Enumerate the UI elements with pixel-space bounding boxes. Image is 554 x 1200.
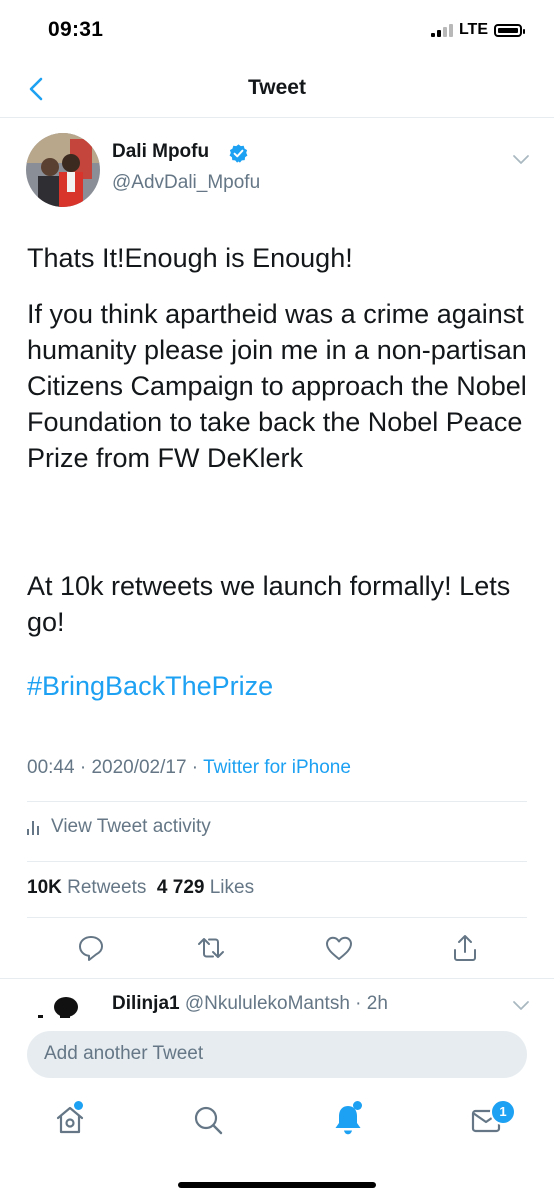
- tweet-source-link[interactable]: Twitter for iPhone: [203, 757, 351, 778]
- home-indicator[interactable]: [178, 1182, 376, 1188]
- reply-author-name: Dilinja1: [112, 993, 180, 1014]
- search-icon[interactable]: [190, 1102, 226, 1138]
- page-title: Tweet: [248, 76, 306, 99]
- author-avatar[interactable]: [26, 133, 100, 207]
- tweet-text-paragraph-2: If you think apartheid was a crime again…: [27, 299, 527, 473]
- avatar-photo-icon: [26, 133, 100, 207]
- divider: [27, 801, 527, 802]
- chevron-down-icon[interactable]: [510, 148, 532, 170]
- retweets-stat[interactable]: 10K Retweets: [27, 877, 146, 898]
- tweet-meta: 00:44 · 2020/02/17 · Twitter for iPhone: [27, 757, 351, 779]
- verified-badge-icon: [229, 144, 248, 163]
- author-handle[interactable]: @AdvDali_Mpofu: [112, 172, 260, 194]
- tweet-stats: 10K Retweets 4 729 Likes: [27, 877, 254, 899]
- divider: [27, 917, 527, 918]
- status-time: 09:31: [48, 18, 104, 41]
- notifications-new-dot: [353, 1101, 362, 1110]
- meta-separator: ·: [186, 757, 204, 778]
- divider: [0, 978, 554, 979]
- reply-separator: ·: [349, 993, 367, 1014]
- share-icon[interactable]: [450, 933, 480, 963]
- battery-icon: [494, 23, 525, 37]
- reply-age: 2h: [366, 993, 388, 1014]
- like-heart-icon[interactable]: [324, 933, 354, 963]
- analytics-bars-icon: [27, 820, 39, 835]
- messages-badge: 1: [490, 1099, 516, 1125]
- compose-placeholder: Add another Tweet: [44, 1043, 204, 1064]
- activity-label: View Tweet activity: [51, 816, 211, 837]
- tweet-date: 2020/02/17: [91, 757, 187, 778]
- tweet-time: 00:44: [27, 757, 75, 778]
- retweet-label: Retweets: [67, 877, 147, 898]
- tweet-text-line-1: Thats It!Enough is Enough!: [27, 243, 353, 273]
- status-indicators: LTE: [430, 21, 525, 39]
- reply-header[interactable]: Dilinja1 @NkululekoMantsh · 2h: [112, 993, 388, 1015]
- view-tweet-activity-button[interactable]: View Tweet activity: [27, 816, 211, 838]
- home-icon[interactable]: [52, 1102, 88, 1138]
- tweet-text-paragraph-3: At 10k retweets we launch formally! Lets…: [27, 571, 511, 637]
- signal-icon: [430, 23, 453, 37]
- like-label: Likes: [209, 877, 255, 898]
- author-name[interactable]: Dali Mpofu: [112, 141, 209, 163]
- chevron-down-icon[interactable]: [510, 994, 532, 1016]
- like-count: 4 729: [156, 877, 205, 898]
- divider: [27, 861, 527, 862]
- reply-icon[interactable]: [76, 933, 106, 963]
- likes-stat[interactable]: 4 729 Likes: [157, 877, 254, 898]
- retweet-count: 10K: [27, 877, 62, 898]
- meta-separator: ·: [74, 757, 92, 778]
- network-label: LTE: [458, 21, 488, 38]
- reply-author-handle: @NkululekoMantsh: [184, 993, 350, 1014]
- hashtag-link[interactable]: #BringBackThePrize: [27, 668, 527, 704]
- nav-divider: [0, 117, 554, 118]
- retweet-icon[interactable]: [196, 933, 226, 963]
- home-new-dot: [74, 1101, 83, 1110]
